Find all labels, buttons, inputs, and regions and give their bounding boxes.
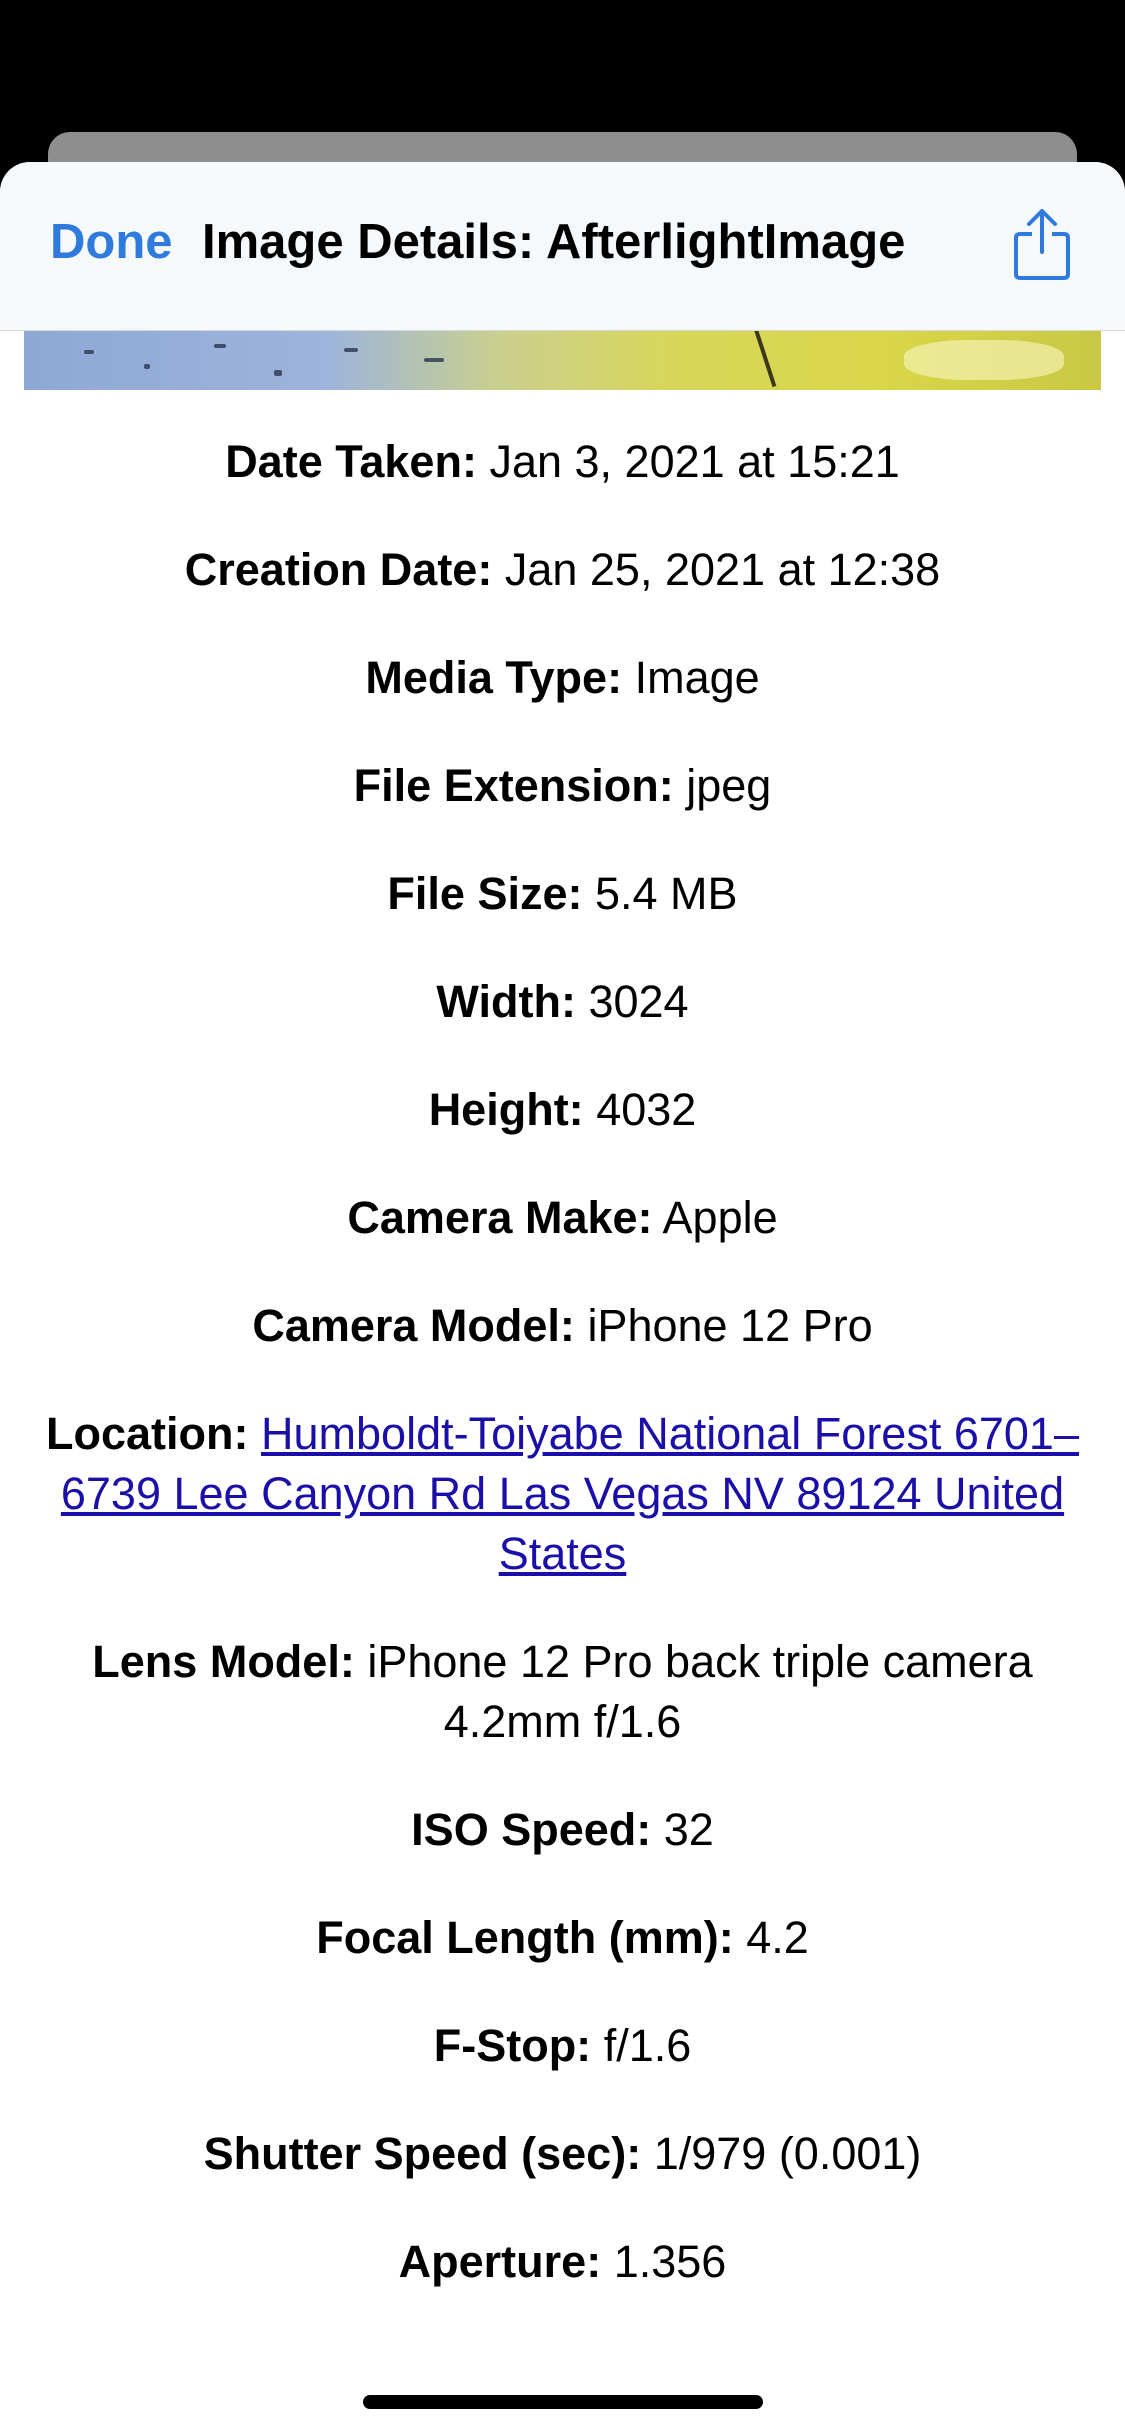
detail-row-shutter-speed: Shutter Speed (sec): 1/979 (0.001)	[30, 2124, 1095, 2184]
detail-row-height: Height: 4032	[30, 1080, 1095, 1140]
done-button[interactable]: Done	[50, 218, 173, 267]
detail-value: Jan 3, 2021 at 15:21	[489, 436, 900, 487]
detail-label: File Extension:	[353, 760, 674, 811]
detail-value: 1/979 (0.001)	[653, 2128, 922, 2179]
detail-label: Lens Model:	[92, 1636, 355, 1687]
detail-label: Location:	[46, 1408, 249, 1459]
detail-label: Shutter Speed (sec):	[203, 2128, 642, 2179]
detail-label: Camera Model:	[252, 1300, 575, 1351]
detail-label: Date Taken:	[225, 436, 477, 487]
detail-label: Focal Length (mm):	[316, 1912, 734, 1963]
image-details-sheet: Done Image Details: AfterlightImage Date…	[0, 162, 1125, 2436]
detail-label: Width:	[436, 976, 576, 1027]
photo-preview	[24, 330, 1101, 390]
detail-row-aperture: Aperture: 1.356	[30, 2232, 1095, 2292]
detail-value: 1.356	[613, 2236, 727, 2287]
detail-row-file-extension: File Extension: jpeg	[30, 756, 1095, 816]
detail-value: Jan 25, 2021 at 12:38	[504, 544, 941, 595]
detail-row-width: Width: 3024	[30, 972, 1095, 1032]
share-button[interactable]	[1010, 206, 1074, 282]
navigation-bar: Done Image Details: AfterlightImage	[0, 162, 1125, 331]
detail-row-lens-model: Lens Model: iPhone 12 Pro back triple ca…	[30, 1632, 1095, 1752]
page-title: Image Details: AfterlightImage	[202, 215, 906, 269]
detail-value: 3024	[588, 976, 689, 1027]
detail-label: Aperture:	[398, 2236, 602, 2287]
detail-label: Height:	[428, 1084, 584, 1135]
home-indicator[interactable]	[363, 2395, 763, 2409]
detail-label: Camera Make:	[347, 1192, 653, 1243]
detail-row-iso-speed: ISO Speed: 32	[30, 1800, 1095, 1860]
detail-label: File Size:	[387, 868, 583, 919]
detail-row-file-size: File Size: 5.4 MB	[30, 864, 1095, 924]
detail-value: 5.4 MB	[595, 868, 738, 919]
detail-row-focal-length: Focal Length (mm): 4.2	[30, 1908, 1095, 1968]
detail-label: F-Stop:	[433, 2020, 592, 2071]
detail-row-camera-make: Camera Make: Apple	[30, 1188, 1095, 1248]
detail-value: 4032	[596, 1084, 697, 1135]
share-icon	[1014, 209, 1070, 280]
details-list: Date Taken: Jan 3, 2021 at 15:21 Creatio…	[30, 432, 1095, 2340]
detail-value: Image	[634, 652, 760, 703]
detail-row-date-taken: Date Taken: Jan 3, 2021 at 15:21	[30, 432, 1095, 492]
detail-value: iPhone 12 Pro	[587, 1300, 873, 1351]
detail-label: Media Type:	[365, 652, 623, 703]
detail-value: 32	[663, 1804, 714, 1855]
detail-row-location: Location: Humboldt-Toiyabe National Fore…	[30, 1404, 1095, 1584]
detail-value: iPhone 12 Pro back triple camera 4.2mm f…	[367, 1636, 1033, 1747]
detail-row-camera-model: Camera Model: iPhone 12 Pro	[30, 1296, 1095, 1356]
detail-label: Creation Date:	[184, 544, 493, 595]
detail-value: 4.2	[746, 1912, 809, 1963]
detail-row-f-stop: F-Stop: f/1.6	[30, 2016, 1095, 2076]
detail-value: f/1.6	[603, 2020, 692, 2071]
detail-value: Apple	[662, 1192, 778, 1243]
detail-row-media-type: Media Type: Image	[30, 648, 1095, 708]
detail-value: jpeg	[686, 760, 772, 811]
detail-row-creation-date: Creation Date: Jan 25, 2021 at 12:38	[30, 540, 1095, 600]
detail-label: ISO Speed:	[411, 1804, 652, 1855]
